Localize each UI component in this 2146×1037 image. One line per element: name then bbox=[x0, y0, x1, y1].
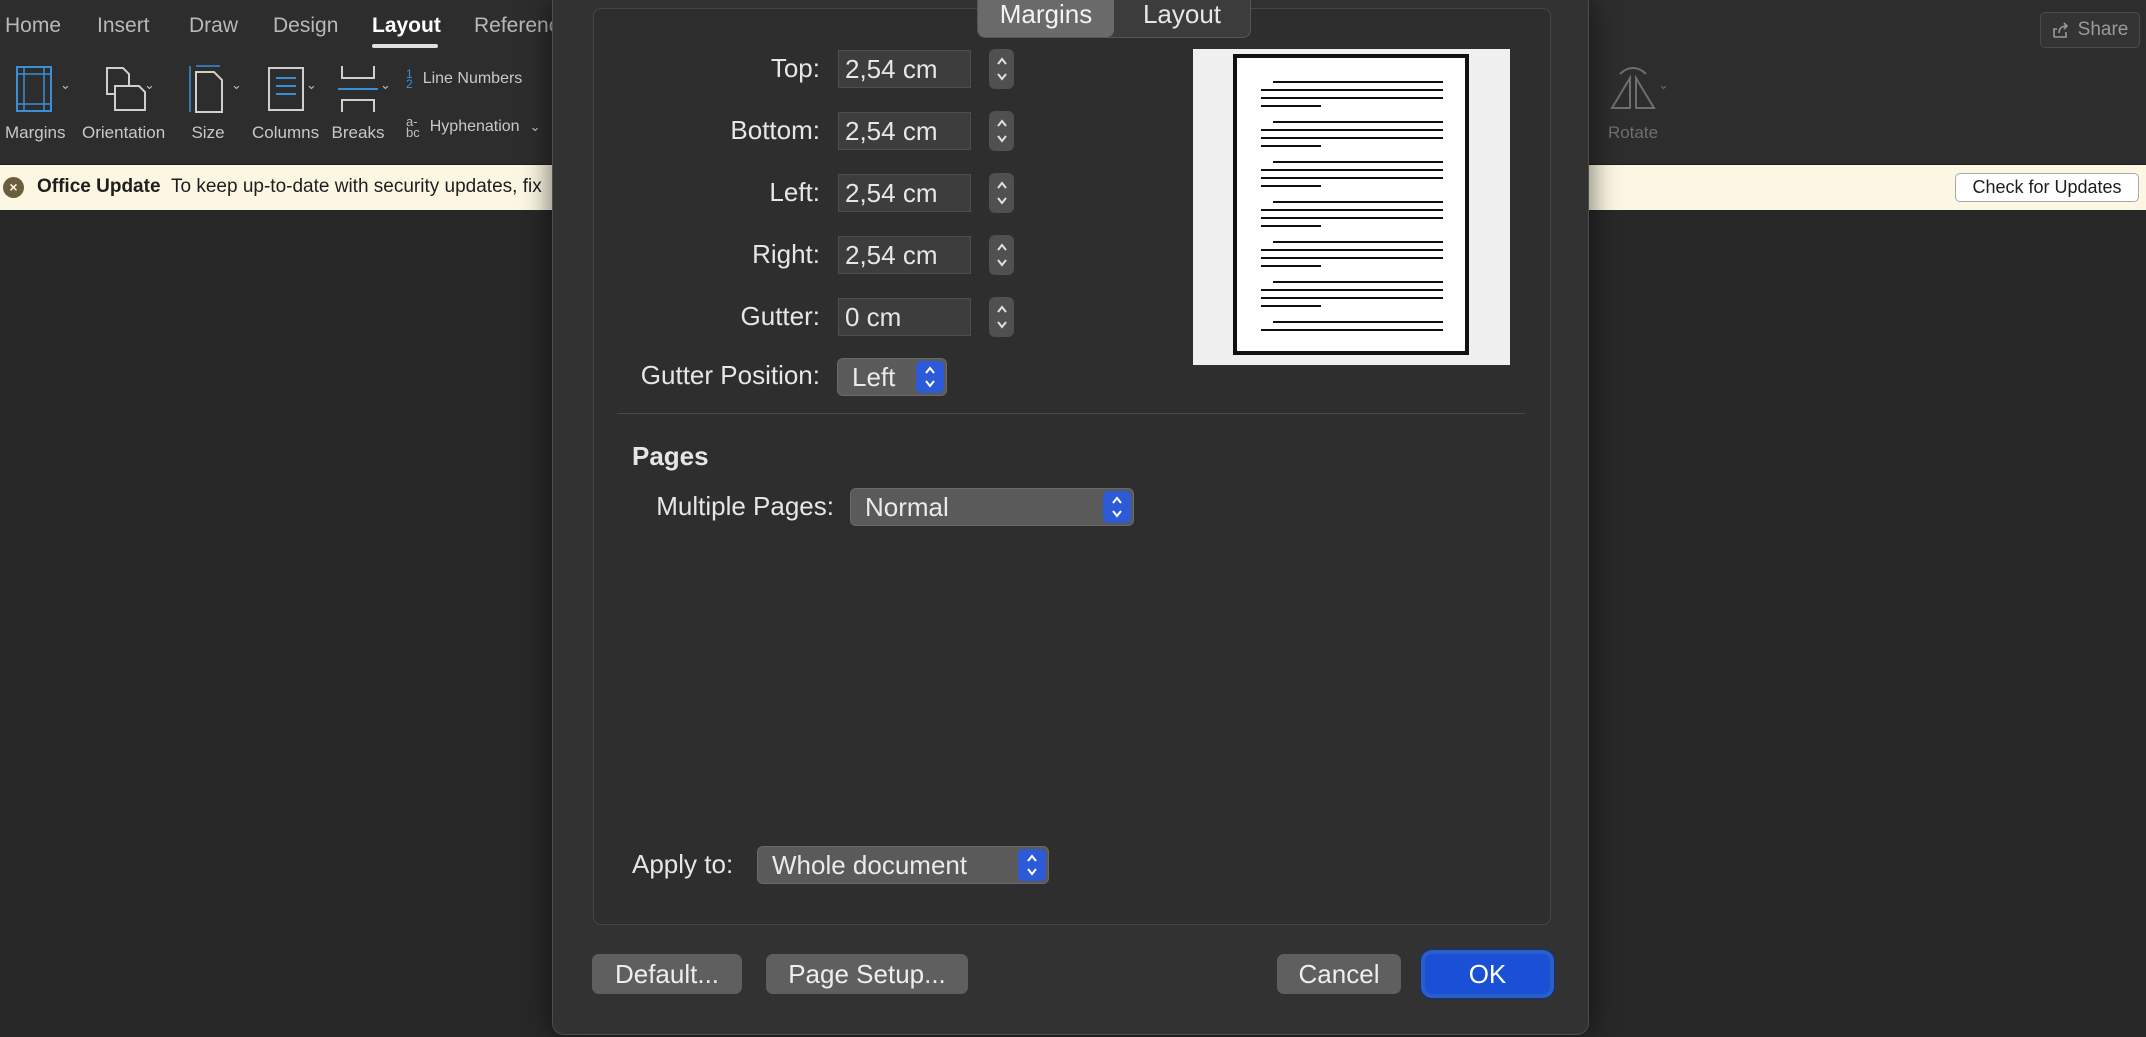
orientation-tool-label: Orientation bbox=[82, 123, 166, 142]
tab-design[interactable]: Design bbox=[273, 14, 338, 38]
preview-text-lines bbox=[1261, 81, 1443, 331]
margins-tool[interactable]: Margins bbox=[5, 61, 65, 143]
stepper-arrows-icon bbox=[996, 119, 1007, 143]
left-margin-field[interactable]: 2,54 cm bbox=[838, 174, 971, 212]
share-button[interactable]: Share bbox=[2040, 12, 2140, 48]
popup-arrows-icon bbox=[1018, 849, 1046, 881]
update-message: To keep up-to-date with security updates… bbox=[171, 176, 542, 197]
breaks-icon bbox=[330, 61, 386, 117]
tab-home[interactable]: Home bbox=[5, 14, 61, 38]
multiple-pages-label: Multiple Pages: bbox=[656, 491, 834, 521]
margins-chevron-down-icon[interactable]: ⌄ bbox=[60, 77, 71, 93]
page-preview bbox=[1193, 49, 1510, 365]
orientation-chevron-down-icon[interactable]: ⌄ bbox=[144, 77, 155, 93]
share-icon bbox=[2052, 22, 2068, 38]
word-window: Home Insert Draw Design Layout Referenc … bbox=[0, 0, 2146, 1037]
stepper-arrows-icon bbox=[996, 305, 1007, 329]
gutter-label: Gutter: bbox=[740, 301, 820, 331]
columns-tool[interactable]: Columns bbox=[252, 61, 319, 143]
check-for-updates-button[interactable]: Check for Updates bbox=[1955, 173, 2139, 202]
section-divider bbox=[617, 413, 1525, 414]
page-size-icon bbox=[180, 61, 236, 117]
hyphenation-icon: a-bc bbox=[406, 114, 420, 140]
breaks-chevron-down-icon[interactable]: ⌄ bbox=[380, 77, 391, 93]
right-margin-field[interactable]: 2,54 cm bbox=[838, 236, 971, 274]
left-margin-label: Left: bbox=[769, 177, 820, 207]
line-numbers-tool[interactable]: 12 Line Numbers bbox=[406, 67, 523, 91]
right-margin-label: Right: bbox=[752, 239, 820, 269]
gutter-position-label: Gutter Position: bbox=[640, 360, 820, 390]
tab-margins[interactable]: Margins bbox=[978, 0, 1114, 37]
apply-to-value: Whole document bbox=[772, 850, 968, 880]
hyphenation-tool[interactable]: a-bc Hyphenation ⌄ bbox=[406, 114, 541, 140]
tab-references[interactable]: Referenc bbox=[474, 14, 559, 38]
gutter-position-value: Left bbox=[852, 362, 896, 392]
popup-arrows-icon bbox=[916, 361, 944, 393]
tab-layout-dialog[interactable]: Layout bbox=[1114, 0, 1250, 37]
multiple-pages-select[interactable]: Normal bbox=[850, 488, 1134, 526]
gutter-position-select[interactable]: Left bbox=[837, 358, 947, 396]
stepper-arrows-icon bbox=[996, 181, 1007, 205]
multiple-pages-value: Normal bbox=[865, 492, 949, 522]
hyphenation-chevron-down-icon[interactable]: ⌄ bbox=[530, 119, 541, 135]
top-margin-label: Top: bbox=[770, 53, 820, 83]
size-chevron-down-icon[interactable]: ⌄ bbox=[231, 77, 242, 93]
share-label: Share bbox=[2077, 19, 2129, 40]
active-tab-indicator bbox=[372, 44, 438, 48]
popup-arrows-icon bbox=[1103, 491, 1131, 523]
bottom-margin-stepper[interactable] bbox=[989, 111, 1014, 151]
left-margin-stepper[interactable] bbox=[989, 173, 1014, 213]
page-setup-button[interactable]: Page Setup... bbox=[766, 954, 968, 994]
orientation-tool[interactable]: Orientation bbox=[82, 61, 165, 143]
rotate-tool[interactable]: Rotate bbox=[1605, 61, 1661, 143]
hyphenation-label: Hyphenation bbox=[429, 118, 520, 135]
apply-to-select[interactable]: Whole document bbox=[757, 846, 1049, 884]
rotate-icon bbox=[1605, 61, 1661, 117]
stepper-arrows-icon bbox=[996, 57, 1007, 81]
tab-insert[interactable]: Insert bbox=[97, 14, 150, 38]
size-tool-label: Size bbox=[191, 123, 225, 142]
top-margin-field[interactable]: 2,54 cm bbox=[838, 50, 971, 88]
cancel-button[interactable]: Cancel bbox=[1277, 954, 1401, 994]
bottom-margin-label: Bottom: bbox=[730, 115, 820, 145]
preview-page bbox=[1233, 54, 1469, 355]
dialog-tab-switcher: Margins Layout bbox=[977, 0, 1251, 38]
breaks-tool[interactable]: Breaks bbox=[330, 61, 386, 143]
right-margin-stepper[interactable] bbox=[989, 235, 1014, 275]
stepper-arrows-icon bbox=[996, 243, 1007, 267]
line-numbers-icon: 12 bbox=[406, 67, 413, 91]
update-title: Office Update bbox=[37, 176, 161, 197]
columns-tool-label: Columns bbox=[252, 123, 320, 142]
default-button[interactable]: Default... bbox=[592, 954, 742, 994]
apply-to-label: Apply to: bbox=[632, 849, 734, 879]
line-numbers-label: Line Numbers bbox=[422, 70, 523, 87]
bottom-margin-field[interactable]: 2,54 cm bbox=[838, 112, 971, 150]
gutter-stepper[interactable] bbox=[989, 297, 1014, 337]
gutter-field[interactable]: 0 cm bbox=[838, 298, 971, 336]
top-margin-stepper[interactable] bbox=[989, 49, 1014, 89]
margins-tool-label: Margins bbox=[5, 123, 66, 142]
margins-icon bbox=[7, 61, 63, 117]
columns-chevron-down-icon[interactable]: ⌄ bbox=[306, 77, 317, 93]
rotate-tool-label: Rotate bbox=[1607, 123, 1659, 142]
size-tool[interactable]: Size bbox=[180, 61, 236, 143]
pages-section-title: Pages bbox=[632, 441, 709, 471]
tab-draw[interactable]: Draw bbox=[189, 14, 238, 38]
ok-button[interactable]: OK bbox=[1425, 954, 1550, 994]
tab-layout[interactable]: Layout bbox=[372, 14, 441, 38]
close-icon[interactable]: × bbox=[3, 177, 24, 198]
breaks-tool-label: Breaks bbox=[331, 123, 385, 142]
rotate-chevron-down-icon[interactable]: ⌄ bbox=[1658, 77, 1669, 93]
